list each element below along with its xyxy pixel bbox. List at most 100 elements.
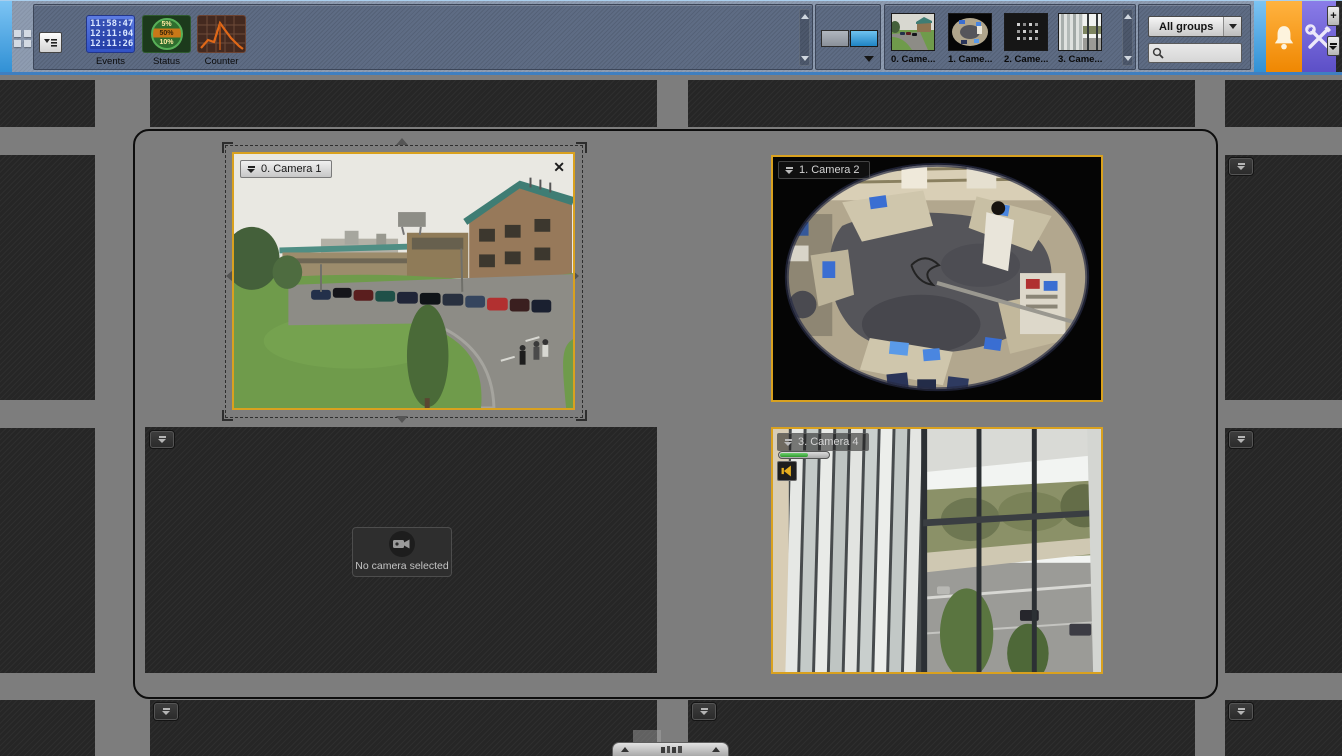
group-select-arrow[interactable] <box>1223 17 1241 36</box>
resize-handle-bottom-left[interactable] <box>222 410 233 421</box>
cell-menu-button[interactable] <box>692 703 716 720</box>
volume-slider[interactable] <box>778 451 830 459</box>
camera-list-item-0[interactable]: 0. Came... <box>891 13 935 65</box>
widgets-panel: 11:58:47 12:11:04 12:11:26 Events 5% 50%… <box>33 4 813 70</box>
expand-toolbar-button[interactable]: + <box>1327 6 1340 26</box>
cell-menu-button[interactable] <box>1229 703 1253 720</box>
camera-tile-3[interactable]: 3. Camera 4 <box>771 427 1103 674</box>
chevron-down-icon <box>700 708 709 715</box>
monitor-2-button-active[interactable] <box>850 30 878 47</box>
camera-0-menu[interactable]: 0. Camera 1 <box>240 160 332 178</box>
camera-tile-1[interactable]: 1. Camera 2 <box>771 155 1103 402</box>
alerts-button[interactable] <box>1266 1 1302 74</box>
events-label: Events <box>86 56 135 67</box>
status-widget[interactable]: 5% 50% 10% Status <box>142 15 191 67</box>
counter-label: Counter <box>197 56 246 67</box>
status-preview: 5% 50% 10% <box>142 15 191 53</box>
scroll-down-icon <box>1124 56 1132 61</box>
layout-cell <box>1225 700 1342 756</box>
cell-menu-button[interactable] <box>1229 431 1253 448</box>
speaker-button[interactable] <box>777 461 797 481</box>
speaker-icon <box>780 464 794 478</box>
chevron-down-icon <box>1237 436 1246 443</box>
camera-search-input[interactable] <box>1166 47 1238 60</box>
layout-cell <box>0 155 95 400</box>
camera-icon <box>389 531 415 557</box>
close-icon[interactable]: ✕ <box>553 160 565 174</box>
camera-1-menu[interactable]: 1. Camera 2 <box>778 161 870 179</box>
group-select-value: All groups <box>1149 21 1223 33</box>
panel-shadow <box>633 730 661 742</box>
move-handle-down-icon[interactable] <box>396 416 408 423</box>
bottom-panel-handle[interactable] <box>612 742 729 756</box>
cell-menu-button[interactable] <box>154 703 178 720</box>
monitor-1-button[interactable] <box>821 30 849 47</box>
no-camera-placeholder: No camera selected <box>352 527 452 577</box>
camera-list-scrollbar[interactable] <box>1122 9 1133 66</box>
layout-grid-icon[interactable] <box>14 30 31 47</box>
layout-cell <box>1225 155 1342 400</box>
camera-list-item-2[interactable]: 2. Came... <box>1004 13 1048 65</box>
resize-handle-bottom-right[interactable] <box>576 410 587 421</box>
camera-1-title: 1. Camera 2 <box>799 164 860 176</box>
monitor-dropdown-icon[interactable] <box>864 56 874 62</box>
camera-0-thumb-image <box>892 14 934 50</box>
panel-filter-button[interactable] <box>39 32 62 53</box>
filter-list-icon <box>43 37 58 49</box>
chevron-down-icon <box>247 166 256 173</box>
expand-up-icon <box>712 747 720 752</box>
collapse-toolbar-button[interactable] <box>1327 36 1340 56</box>
bell-icon <box>1271 24 1297 52</box>
camera-0-label: 0. Came... <box>891 54 935 65</box>
camera-2-label: 2. Came... <box>1004 54 1048 65</box>
grid-square <box>24 40 31 47</box>
top-toolbar: 11:58:47 12:11:04 12:11:26 Events 5% 50%… <box>0 0 1342 73</box>
chevron-down-icon <box>158 436 167 443</box>
camera-1-video <box>773 157 1101 400</box>
camera-3-menu[interactable]: 3. Camera 4 <box>777 433 869 451</box>
widgets-scrollbar[interactable] <box>799 9 810 66</box>
layout-cell <box>1225 428 1342 673</box>
layout-cell <box>0 700 95 756</box>
camera-list-panel: 0. Came... 1. Came... <box>884 4 1136 70</box>
chevron-down-icon <box>1237 163 1246 170</box>
search-field[interactable] <box>1148 43 1242 63</box>
chevron-down-icon <box>1229 24 1237 29</box>
cell-menu-button[interactable] <box>1229 158 1253 175</box>
camera-list-item-3[interactable]: 3. Came... <box>1058 13 1102 65</box>
counter-chart-icon <box>198 16 245 52</box>
toolbar-border <box>0 72 1342 75</box>
chevron-down-icon <box>1329 43 1338 50</box>
group-filter-panel: All groups <box>1138 4 1251 70</box>
event-time: 12:11:26 <box>90 39 131 49</box>
camera-list-item-1[interactable]: 1. Came... <box>948 13 992 65</box>
status-label: Status <box>142 56 191 67</box>
counter-widget[interactable]: Counter <box>197 15 246 67</box>
camera-1-label: 1. Came... <box>948 54 992 65</box>
layout-cell <box>688 80 1195 127</box>
layout-cell <box>1225 80 1342 127</box>
layout-cell <box>0 428 95 673</box>
scroll-up-icon <box>801 14 809 19</box>
cell-menu-button[interactable] <box>150 431 174 448</box>
video-camera-icon <box>393 538 411 550</box>
grid-square <box>24 30 31 37</box>
events-widget[interactable]: 11:58:47 12:11:04 12:11:26 Events <box>86 15 135 67</box>
move-handle-up-icon[interactable] <box>396 138 408 145</box>
camera-tile-0[interactable]: 0. Camera 1 ✕ <box>232 152 575 410</box>
chevron-down-icon <box>785 167 794 174</box>
camera-0-thumbnail <box>891 13 935 51</box>
empty-camera-cell[interactable]: No camera selected <box>145 427 657 673</box>
monitor-selector-panel <box>815 4 881 70</box>
status-percent: 50% <box>153 30 181 38</box>
scroll-down-icon <box>801 56 809 61</box>
resize-handle-top-right[interactable] <box>576 142 587 153</box>
layout-cell <box>688 700 1195 756</box>
camera-3-video <box>773 429 1101 672</box>
layout-cell <box>150 700 657 756</box>
counter-preview <box>197 15 246 53</box>
expand-up-icon <box>621 747 629 752</box>
group-select[interactable]: All groups <box>1148 16 1242 37</box>
search-icon <box>1152 47 1164 59</box>
layout-cell <box>150 80 657 127</box>
